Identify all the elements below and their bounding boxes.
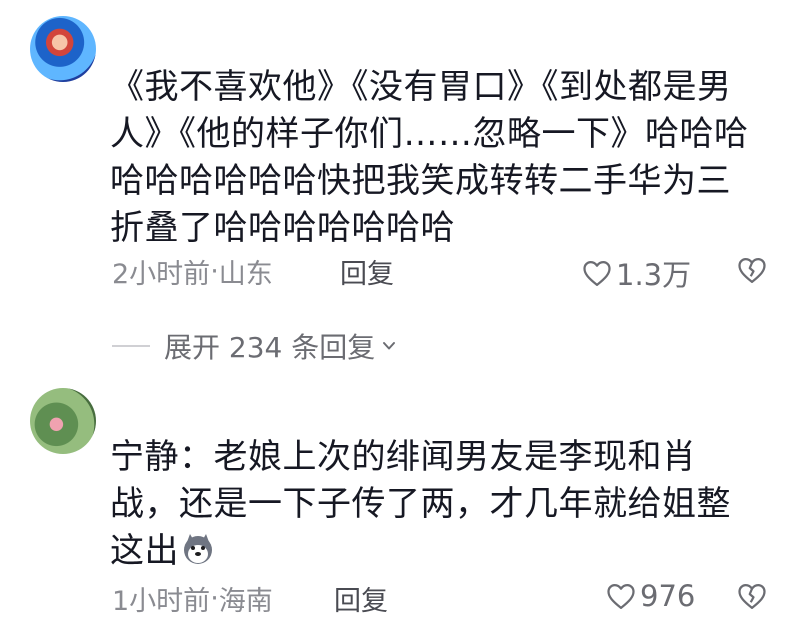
comment-meta: 1小时前 · 海南	[112, 579, 273, 618]
expand-replies-button[interactable]: 展开 234 条回复	[112, 326, 399, 366]
reply-button[interactable]: 回复	[340, 252, 394, 291]
comment-avatar[interactable]	[30, 388, 96, 454]
comment-location: 山东	[218, 259, 273, 290]
like-button[interactable]: 1.3万	[582, 252, 691, 294]
comment-location: 海南	[218, 586, 273, 617]
meta-separator: ·	[210, 256, 219, 287]
expand-divider	[112, 345, 150, 347]
like-button[interactable]: 976	[606, 579, 695, 613]
comment-time: 2小时前	[112, 259, 211, 290]
comment-text: 《我不喜欢他》《没有胃口》《到处都是男人》《他的样子你们……忽略一下》哈哈哈哈哈…	[110, 67, 749, 248]
husky-emoji-icon	[181, 532, 215, 566]
heart-outline-icon	[583, 261, 611, 286]
comment-text-wrapper: 宁静：老娘上次的绯闻男友是李现和肖战，还是一下子传了两，才几年就给姐整这出	[110, 434, 760, 575]
meta-separator: ·	[210, 583, 219, 614]
heart-outline-icon	[607, 584, 635, 609]
comment-time: 1小时前	[112, 586, 211, 617]
comment-meta: 2小时前 · 山东	[112, 252, 273, 291]
broken-heart-icon	[738, 258, 766, 283]
like-count: 1.3万	[616, 258, 692, 292]
like-count: 976	[640, 579, 696, 613]
chevron-down-icon	[383, 342, 396, 350]
dislike-button[interactable]	[737, 256, 767, 288]
comment-avatar[interactable]	[30, 16, 96, 82]
reply-button[interactable]: 回复	[334, 579, 388, 618]
expand-replies-label: 展开 234 条回复	[164, 331, 376, 364]
broken-heart-icon	[738, 584, 766, 609]
dislike-button[interactable]	[737, 582, 767, 614]
